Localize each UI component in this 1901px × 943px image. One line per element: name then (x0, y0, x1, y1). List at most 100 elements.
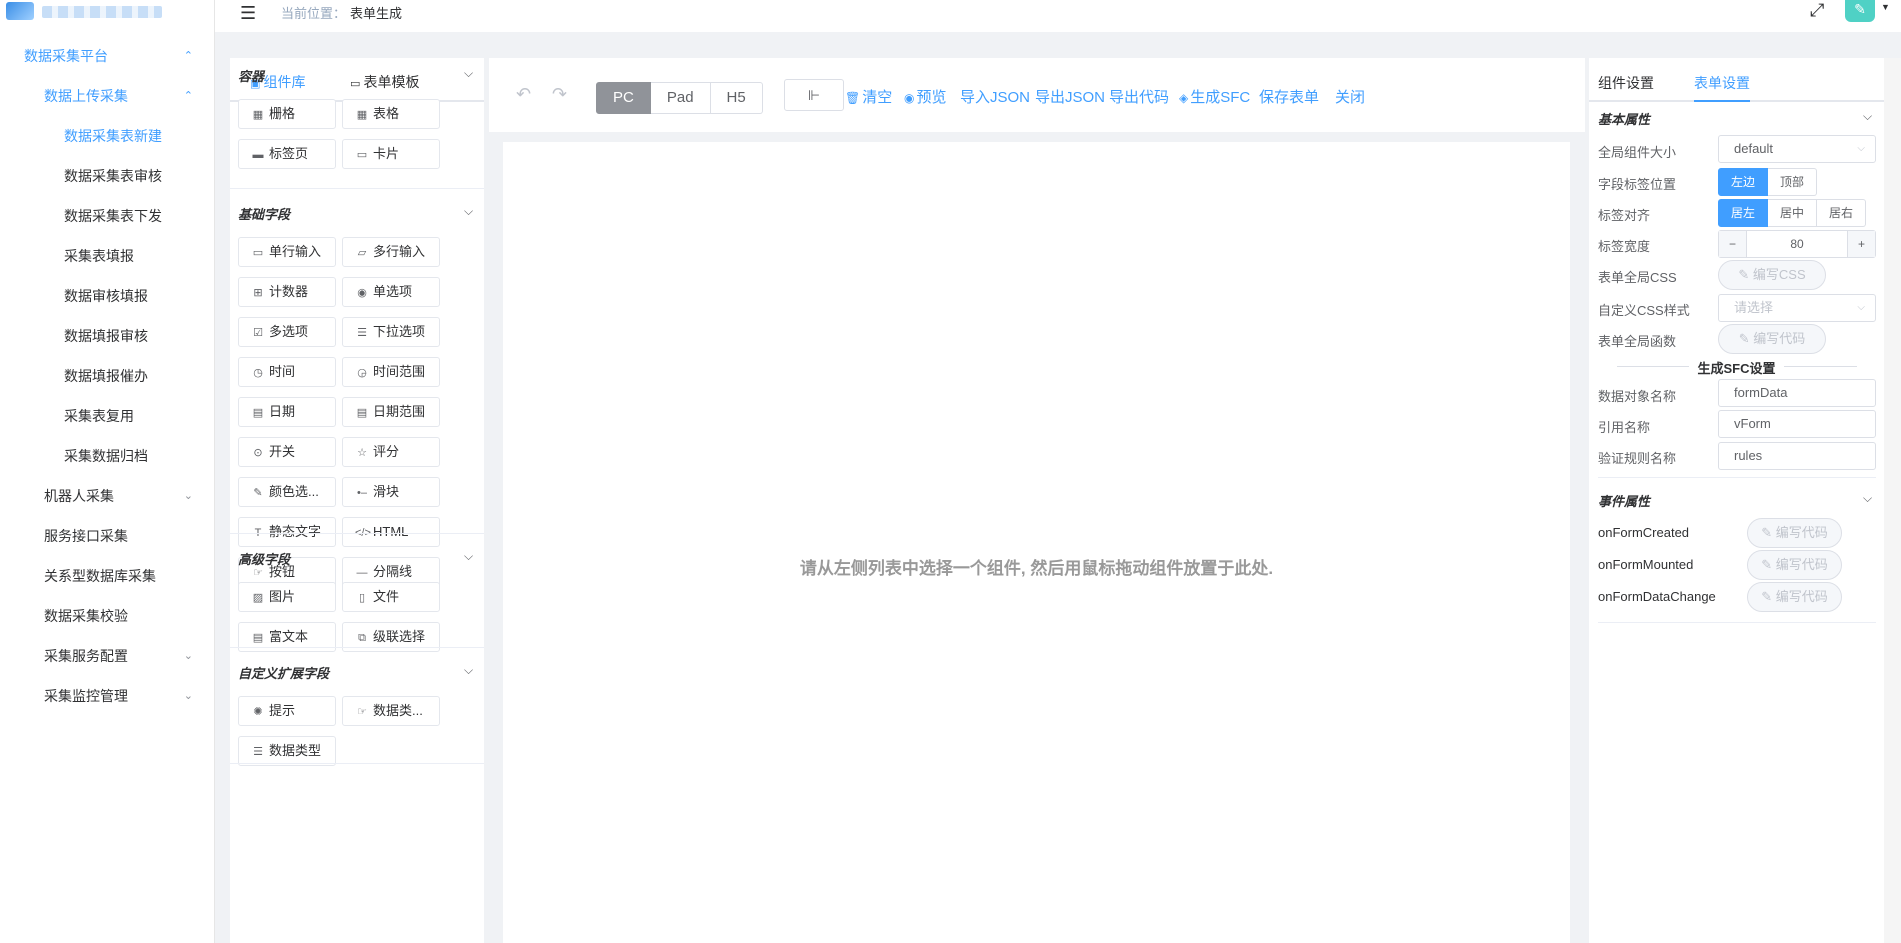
label-align-toggle: 居左 居中 居右 (1718, 199, 1867, 227)
caret-down-icon[interactable]: ▼ (1881, 2, 1890, 12)
widget-label: 日期范围 (373, 404, 426, 419)
toolbar-action[interactable]: 导出代码 (1109, 86, 1169, 107)
sidebar-item[interactable]: 数据采集校验 (0, 596, 215, 636)
label-pos-top-button[interactable]: 顶部 (1768, 168, 1818, 196)
widget-time[interactable]: ◷ 时间 (238, 357, 336, 387)
widget-date-range[interactable]: ▤ 日期范围 (342, 397, 440, 427)
widget-static-text[interactable]: T静态文字 (238, 517, 336, 547)
widget-data-type[interactable]: ☞ 数据类... (342, 696, 440, 726)
fullscreen-icon[interactable]: ⤢ (1810, 0, 1824, 21)
widget-date[interactable]: ▤ 日期 (238, 397, 336, 427)
sidebar: 数据采集平台 ⌃ 数据上传采集 ⌃ 数据采集表新建 数据采集表审核 数据采集表下发 采集表填报… (0, 0, 215, 943)
widget-list[interactable]: ☰ 数据类型 (238, 736, 336, 766)
widget-table[interactable]: ▦ 表格 (342, 99, 440, 129)
card-icon: ▭ (356, 149, 368, 161)
widget-select[interactable]: ☰ 下拉选项 (342, 317, 440, 347)
device-h5-button[interactable]: H5 (710, 82, 763, 114)
rules-name-field[interactable]: rules (1718, 442, 1876, 470)
toolbar-action[interactable]: ◈ 生成SFC (1179, 86, 1250, 107)
data-object-field[interactable]: formData (1718, 379, 1876, 407)
sidebar-item[interactable]: 数据采集表审核 (0, 156, 215, 196)
ref-name-field[interactable]: vForm (1718, 410, 1876, 438)
avatar[interactable]: ✎ (1845, 0, 1875, 22)
device-pc-button[interactable]: PC (596, 82, 651, 114)
edit-function-button[interactable]: ✎ 编写代码 (1718, 324, 1826, 354)
sidebar-item[interactable]: 采集监控管理 ⌄ (0, 676, 215, 716)
toolbar-action[interactable]: 导入JSON (960, 86, 1030, 107)
chevron-down-icon[interactable]: ⌵ (464, 66, 473, 81)
label-pos-left-button[interactable]: 左边 (1718, 168, 1769, 196)
widget-alert[interactable]: ✺ 提示 (238, 696, 336, 726)
sidebar-item[interactable]: 数据填报审核 (0, 316, 215, 356)
chevron-down-icon[interactable]: ⌵ (464, 549, 473, 564)
custom-css-select[interactable]: 请选择 ⌵ (1718, 294, 1876, 322)
sidebar-item[interactable]: 数据采集平台 ⌃ (0, 36, 215, 76)
sidebar-item[interactable]: 采集表复用 (0, 396, 215, 436)
sidebar-item[interactable]: 数据填报催办 (0, 356, 215, 396)
sidebar-item[interactable]: 关系型数据库采集 (0, 556, 215, 596)
sidebar-item[interactable]: 采集服务配置 ⌄ (0, 636, 215, 676)
sidebar-item[interactable]: 采集表填报 (0, 236, 215, 276)
widget-input[interactable]: ▭ 单行输入 (238, 237, 336, 267)
widget-switch[interactable]: ⊙ 开关 (238, 437, 336, 467)
logo-mark (6, 2, 34, 20)
sidebar-item[interactable]: 数据采集表新建 (0, 116, 215, 156)
align-left-button[interactable]: 居左 (1718, 199, 1769, 227)
toolbar-action[interactable]: ◉ 预览 (904, 86, 947, 107)
widget-card[interactable]: ▭ 卡片 (342, 139, 440, 169)
widget-label: 单选项 (373, 284, 413, 299)
widget-time-range[interactable]: ◶ 时间范围 (342, 357, 440, 387)
widget-tabs[interactable]: ▬ 标签页 (238, 139, 336, 169)
chevron-down-icon[interactable]: ⌵ (464, 204, 473, 219)
edit-css-button[interactable]: ✎ 编写CSS (1718, 260, 1826, 290)
widget-rate[interactable]: ☆ 评分 (342, 437, 440, 467)
align-right-button[interactable]: 居右 (1817, 199, 1867, 227)
form-canvas[interactable]: 请从左侧列表中选择一个组件, 然后用鼠标拖动组件放置于此处. (503, 142, 1570, 943)
toolbar-action[interactable]: 🗑 清空 (845, 86, 892, 107)
widget-radio[interactable]: ◉ 单选项 (342, 277, 440, 307)
edit-on-form-mounted-button[interactable]: ✎ 编写代码 (1747, 550, 1842, 580)
widget-html[interactable]: </> HTML (342, 517, 440, 547)
tab-form-templates[interactable]: ▭ 表单模板 (350, 72, 419, 92)
node-tree-button[interactable]: ⊩ (784, 79, 844, 111)
vertical-scrollbar[interactable] (1884, 58, 1901, 943)
chevron-down-icon[interactable]: ⌵ (1863, 491, 1872, 506)
toolbar-action[interactable]: 关闭 (1335, 86, 1365, 107)
sidebar-item[interactable]: 机器人采集 ⌄ (0, 476, 215, 516)
logo-text-blurred (42, 6, 162, 18)
tab-form-settings[interactable]: 表单设置 (1694, 73, 1750, 93)
widget-file[interactable]: ▯ 文件 (342, 582, 440, 612)
widget-picture[interactable]: ▨ 图片 (238, 582, 336, 612)
widget-number[interactable]: ⊞ 计数器 (238, 277, 336, 307)
label-width-value[interactable]: 80 (1747, 231, 1847, 257)
chevron-down-icon[interactable]: ⌵ (464, 663, 473, 678)
toolbar-action[interactable]: 导出JSON (1035, 86, 1105, 107)
align-center-button[interactable]: 居中 (1768, 199, 1818, 227)
undo-icon[interactable]: ↶ (516, 84, 531, 105)
edit-on-form-created-button[interactable]: ✎ 编写代码 (1747, 518, 1842, 548)
menu-fold-icon[interactable]: ☰ (240, 3, 256, 24)
device-pad-button[interactable]: Pad (650, 82, 711, 114)
widget-color[interactable]: ✎ 颜色选... (238, 477, 336, 507)
redo-icon[interactable]: ↷ (552, 84, 567, 105)
size-select[interactable]: default ⌵ (1718, 135, 1876, 163)
increment-button[interactable]: + (1847, 231, 1875, 257)
widget-textarea[interactable]: ▱ 多行输入 (342, 237, 440, 267)
chevron-down-icon[interactable]: ⌵ (1863, 109, 1872, 124)
sidebar-item[interactable]: 服务接口采集 (0, 516, 215, 556)
widget-label: 时间范围 (373, 364, 426, 379)
edit-on-form-data-change-button[interactable]: ✎ 编写代码 (1747, 582, 1842, 612)
sidebar-item[interactable]: 数据采集表下发 (0, 196, 215, 236)
sidebar-item[interactable]: 数据上传采集 ⌃ (0, 76, 215, 116)
decrement-button[interactable]: − (1719, 231, 1747, 257)
chevron-down-icon: ⌄ (183, 690, 193, 702)
widget-grid[interactable]: ▦ 栅格 (238, 99, 336, 129)
widget-slider[interactable]: •– 滑块 (342, 477, 440, 507)
sidebar-item[interactable]: 数据审核填报 (0, 276, 215, 316)
toolbar-action[interactable]: 保存表单 (1259, 86, 1319, 107)
tab-component-settings[interactable]: 组件设置 (1598, 73, 1654, 93)
data-type-icon: ☞ (357, 706, 367, 718)
widget-checkbox[interactable]: ☑ 多选项 (238, 317, 336, 347)
sidebar-item[interactable]: 采集数据归档 (0, 436, 215, 476)
textarea-icon: ▱ (357, 247, 367, 259)
